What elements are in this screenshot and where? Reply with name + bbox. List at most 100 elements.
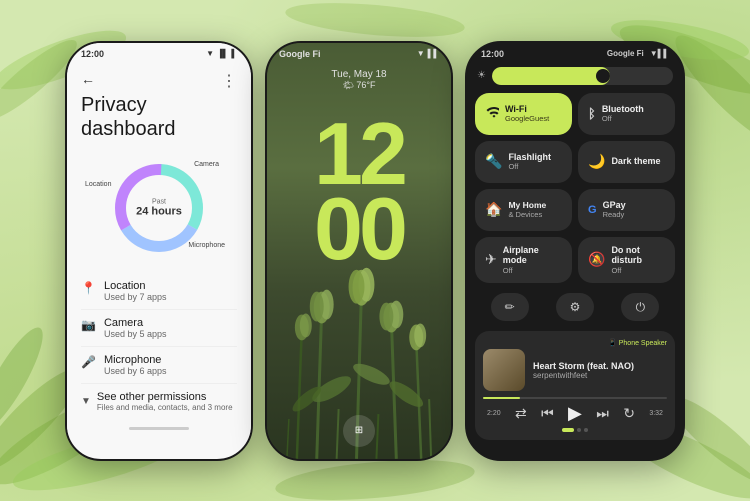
phone3-carrier: Google Fi [607,49,644,58]
my-home-tile[interactable]: 🏠 My Home & Devices [475,189,572,231]
qs-bottom-icons-row: ✏ ⚙ ⏻ [467,287,683,327]
chevron-down-icon: ▼ [81,396,91,407]
home-indicator [129,427,189,430]
phone1-status-bar: 12:00 ▼ ▐▌ ▌ [67,43,251,63]
bluetooth-icon: ᛒ [588,106,596,121]
phone2-home-button[interactable]: ⊞ [343,415,375,447]
flashlight-icon: 🔦 [485,153,502,170]
my-home-tile-name: My Home [508,200,546,210]
grid-icon: ⊞ [355,425,363,436]
microphone-icon: 🎤 [81,355,96,369]
phone2-date: Tue, May 18 [267,69,451,80]
phone-wallpaper-clock: Google Fi ▼ ▌▌ Tue, May 18 🌤 76°F 12 00 [265,41,453,461]
next-button[interactable]: ⏭ [596,405,609,422]
dark-theme-tile-name: Dark theme [611,156,660,167]
phone2-clock: 12 00 [314,117,404,267]
dark-theme-tile[interactable]: 🌙 Dark theme [578,141,675,183]
media-album-art [483,349,525,391]
power-button[interactable]: ⏻ [621,293,659,321]
phone3-body: ☀ Wi-Fi GoogleGuest [467,63,683,457]
phone2-status-icons: ▼ ▌▌ [417,49,439,58]
gpay-tile[interactable]: G GPay Ready [578,189,675,231]
airplane-tile-text: Airplane mode Off [503,245,562,276]
flashlight-tile-sub: Off [508,162,551,171]
album-art-bg [483,349,525,391]
phone1-time: 12:00 [81,49,104,59]
dnd-tile-sub: Off [611,266,665,275]
flashlight-tile[interactable]: 🔦 Flashlight Off [475,141,572,183]
gpay-tile-sub: Ready [603,210,626,219]
previous-button[interactable]: ⏮ [541,405,554,422]
weather-temp: 76°F [356,80,375,90]
bluetooth-tile-sub: Off [602,114,644,123]
airplane-tile[interactable]: ✈ Airplane mode Off [475,237,572,284]
media-top-row: Heart Storm (feat. NAO) serpentwithfeet [483,349,667,391]
my-home-tile-sub: & Devices [508,210,546,219]
dnd-tile[interactable]: 🔕 Do not disturb Off [578,237,675,284]
phone1-body: ← ⋮ Privacy dashboard Past 2 [67,63,251,457]
chart-past-label: Past [136,198,182,205]
dark-theme-tile-text: Dark theme [611,156,660,167]
settings-button[interactable]: ⚙ [556,293,594,321]
chart-hours-label: 24 hours [136,205,182,217]
repeat-button[interactable]: ↻ [623,405,635,422]
gpay-tile-text: GPay Ready [603,200,626,220]
media-source-label: 📱 Phone Speaker [483,339,667,347]
weather-icon: 🌤 [342,80,353,90]
home-icon: 🏠 [485,201,502,218]
media-info: Heart Storm (feat. NAO) serpentwithfeet [533,361,667,380]
location-name: Location [104,280,167,292]
wifi-tile[interactable]: Wi-Fi GoogleGuest [475,93,572,135]
dnd-icon: 🔕 [588,251,605,268]
phone3-time: 12:00 [481,49,504,59]
wifi-tile-sub: GoogleGuest [505,114,549,123]
edit-icon: ✏ [505,300,515,314]
phone2-body: Google Fi ▼ ▌▌ Tue, May 18 🌤 76°F 12 00 [267,43,451,459]
camera-text: Camera Used by 5 apps [104,317,167,339]
play-pause-button[interactable]: ▶ [568,403,582,424]
brightness-row: ☀ [467,63,683,89]
brightness-fill [492,67,610,85]
camera-permission-item[interactable]: 📷 Camera Used by 5 apps [81,310,237,347]
phone2-weather: 🌤 76°F [267,80,451,91]
media-dot-2 [577,428,581,432]
media-artist: serpentwithfeet [533,371,667,380]
settings-icon: ⚙ [570,300,581,314]
phone2-carrier-top: Google Fi [279,49,321,59]
brightness-slider[interactable] [492,67,673,85]
phone2-status-bar: Google Fi ▼ ▌▌ [267,43,451,63]
airplane-tile-sub: Off [503,266,562,275]
more-options-button[interactable]: ⋮ [221,71,237,91]
location-permission-item[interactable]: 📍 Location Used by 7 apps [81,273,237,310]
dnd-tile-name: Do not disturb [611,245,665,267]
see-other-title: See other permissions [97,391,233,403]
gpay-icon: G [588,204,597,216]
brightness-icon: ☀ [477,70,486,81]
brightness-handle [596,69,610,83]
see-other-permissions[interactable]: ▼ See other permissions Files and media,… [81,384,237,419]
microphone-permission-item[interactable]: 🎤 Microphone Used by 6 apps [81,347,237,384]
airplane-icon: ✈ [485,251,497,268]
wifi-tile-text: Wi-Fi GoogleGuest [505,104,549,124]
bluetooth-tile[interactable]: ᛒ Bluetooth Off [578,93,675,135]
phone-quick-settings: 12:00 Google Fi ▼▌▌ ☀ [465,41,685,461]
privacy-chart: Past 24 hours Camera Location Microphone [81,153,237,263]
microphone-text: Microphone Used by 6 apps [104,354,167,376]
back-button[interactable]: ← [81,71,95,87]
media-time-total: 3:32 [649,410,663,417]
media-progress-bar[interactable] [483,397,667,399]
my-home-tile-text: My Home & Devices [508,200,546,219]
flashlight-tile-text: Flashlight Off [508,152,551,172]
location-usage: Used by 7 apps [104,292,167,302]
flashlight-tile-name: Flashlight [508,152,551,163]
phone1-status-icons: ▼ ▐▌ ▌ [206,49,237,58]
edit-button[interactable]: ✏ [491,293,529,321]
dnd-tile-text: Do not disturb Off [611,245,665,276]
location-text: Location Used by 7 apps [104,280,167,302]
shuffle-button[interactable]: ⇄ [515,405,527,422]
see-other-sub: Files and media, contacts, and 3 more [97,403,233,412]
media-time-elapsed: 2:20 [487,410,501,417]
chart-center-label: Past 24 hours [136,198,182,217]
wifi-tile-name: Wi-Fi [505,104,549,115]
media-progress-fill [483,397,520,399]
